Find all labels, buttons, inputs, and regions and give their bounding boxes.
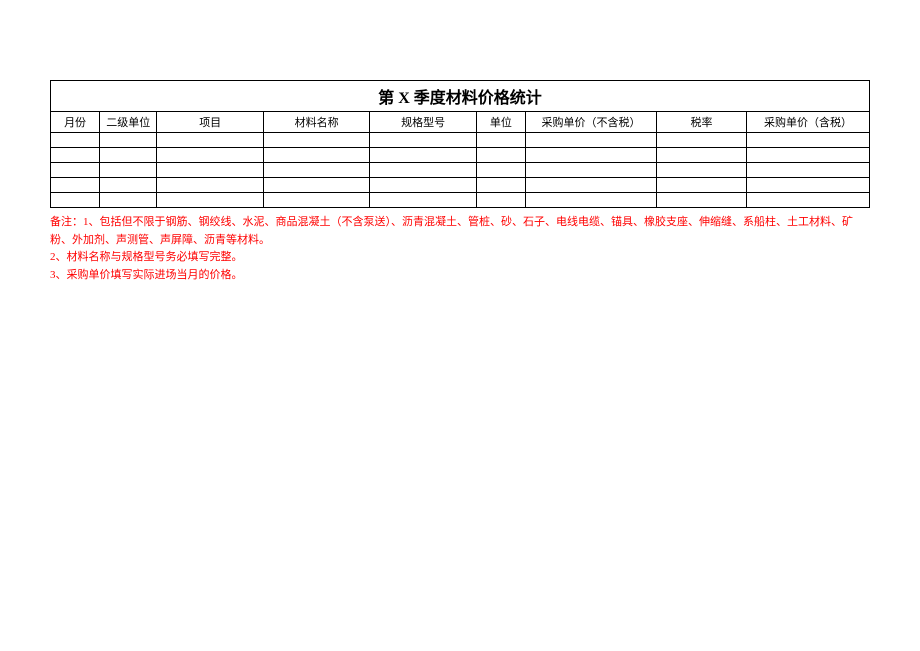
cell-unit xyxy=(476,193,525,208)
cell-spec xyxy=(370,133,476,148)
cell-priceNoTax xyxy=(525,148,656,163)
cell-unit xyxy=(476,148,525,163)
cell-priceNoTax xyxy=(525,163,656,178)
table-title: 第 X 季度材料价格统计 xyxy=(51,81,870,112)
table-row xyxy=(51,148,870,163)
header-unit: 单位 xyxy=(476,112,525,133)
cell-month xyxy=(51,148,100,163)
cell-spec xyxy=(370,148,476,163)
cell-priceWithTax xyxy=(747,148,870,163)
cell-month xyxy=(51,193,100,208)
cell-project xyxy=(157,133,263,148)
cell-secondUnit xyxy=(100,133,157,148)
cell-priceWithTax xyxy=(747,133,870,148)
cell-materialName xyxy=(263,163,369,178)
table-row xyxy=(51,133,870,148)
header-project: 项目 xyxy=(157,112,263,133)
table-header-row: 月份 二级单位 项目 材料名称 规格型号 单位 采购单价（不含税） 税率 采购单… xyxy=(51,112,870,133)
cell-priceNoTax xyxy=(525,133,656,148)
table-row xyxy=(51,178,870,193)
cell-spec xyxy=(370,178,476,193)
table-body xyxy=(51,133,870,208)
header-month: 月份 xyxy=(51,112,100,133)
table-row xyxy=(51,163,870,178)
cell-taxRate xyxy=(657,178,747,193)
cell-secondUnit xyxy=(100,163,157,178)
cell-materialName xyxy=(263,148,369,163)
header-price-with-tax: 采购单价（含税） xyxy=(747,112,870,133)
cell-unit xyxy=(476,178,525,193)
cell-project xyxy=(157,193,263,208)
note-line-1: 备注：1、包括但不限于钢筋、钢绞线、水泥、商品混凝土（不含泵送）、沥青混凝土、管… xyxy=(50,214,870,249)
cell-secondUnit xyxy=(100,193,157,208)
cell-project xyxy=(157,178,263,193)
cell-secondUnit xyxy=(100,148,157,163)
header-tax-rate: 税率 xyxy=(657,112,747,133)
cell-priceNoTax xyxy=(525,178,656,193)
cell-materialName xyxy=(263,193,369,208)
cell-materialName xyxy=(263,178,369,193)
header-spec: 规格型号 xyxy=(370,112,476,133)
cell-taxRate xyxy=(657,148,747,163)
cell-month xyxy=(51,178,100,193)
note-line-2: 2、材料名称与规格型号务必填写完整。 xyxy=(50,249,870,267)
cell-secondUnit xyxy=(100,178,157,193)
cell-priceNoTax xyxy=(525,193,656,208)
cell-priceWithTax xyxy=(747,178,870,193)
cell-spec xyxy=(370,193,476,208)
cell-materialName xyxy=(263,133,369,148)
cell-taxRate xyxy=(657,193,747,208)
cell-priceWithTax xyxy=(747,163,870,178)
note-line-3: 3、采购单价填写实际进场当月的价格。 xyxy=(50,267,870,285)
header-second-unit: 二级单位 xyxy=(100,112,157,133)
notes-section: 备注：1、包括但不限于钢筋、钢绞线、水泥、商品混凝土（不含泵送）、沥青混凝土、管… xyxy=(50,214,870,284)
cell-project xyxy=(157,163,263,178)
cell-spec xyxy=(370,163,476,178)
cell-unit xyxy=(476,163,525,178)
header-material-name: 材料名称 xyxy=(263,112,369,133)
cell-unit xyxy=(476,133,525,148)
cell-priceWithTax xyxy=(747,193,870,208)
cell-taxRate xyxy=(657,133,747,148)
cell-project xyxy=(157,148,263,163)
cell-month xyxy=(51,163,100,178)
cell-month xyxy=(51,133,100,148)
cell-taxRate xyxy=(657,163,747,178)
table-row xyxy=(51,193,870,208)
header-price-no-tax: 采购单价（不含税） xyxy=(525,112,656,133)
material-price-table: 第 X 季度材料价格统计 月份 二级单位 项目 材料名称 规格型号 单位 采购单… xyxy=(50,80,870,208)
